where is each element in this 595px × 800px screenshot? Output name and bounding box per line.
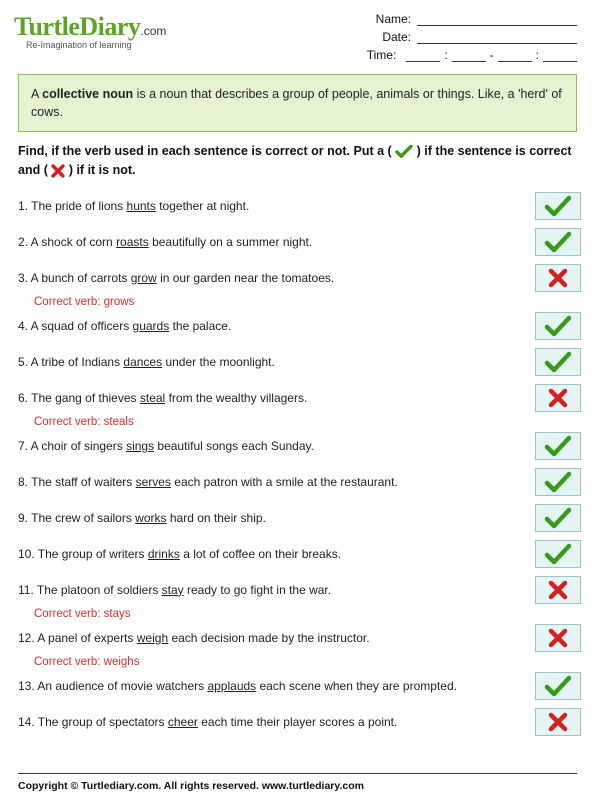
question-row: 9. The crew of sailors works hard on the… <box>18 502 581 535</box>
meta-block: Name: Date: Time: : - : <box>317 12 577 62</box>
question-row: 3. A bunch of carrots grow in our garden… <box>18 262 581 295</box>
answer-box[interactable] <box>535 468 581 496</box>
answer-box[interactable] <box>535 504 581 532</box>
check-icon <box>544 231 572 253</box>
question-text: 6. The gang of thieves steal from the we… <box>18 390 535 407</box>
question-text: 3. A bunch of carrots grow in our garden… <box>18 270 535 287</box>
check-icon <box>544 351 572 373</box>
cross-icon <box>547 579 569 601</box>
check-icon <box>395 145 413 159</box>
check-icon <box>544 315 572 337</box>
question-row: 10. The group of writers drinks a lot of… <box>18 538 581 571</box>
question-text: 10. The group of writers drinks a lot of… <box>18 546 535 563</box>
check-icon <box>544 195 572 217</box>
question-row: 14. The group of spectators cheer each t… <box>18 706 581 739</box>
question-row: 4. A squad of officers guards the palace… <box>18 310 581 343</box>
footer: Copyright © Turtlediary.com. All rights … <box>18 773 577 792</box>
question-row: 13. An audience of movie watchers applau… <box>18 670 581 703</box>
question-text: 11. The platoon of soldiers stay ready t… <box>18 582 535 599</box>
instr-p1: Find, if the verb used in each sentence … <box>18 144 392 158</box>
check-icon <box>544 543 572 565</box>
meta-time-row: Time: : - : <box>317 48 577 62</box>
logo-area: TurtleDiary.com Re-Imagination of learni… <box>14 12 214 62</box>
worksheet-header: TurtleDiary.com Re-Imagination of learni… <box>0 0 595 68</box>
question-text: 7. A choir of singers sings beautiful so… <box>18 438 535 455</box>
meta-date-row: Date: <box>317 30 577 44</box>
question-row: 2. A shock of corn roasts beautifully on… <box>18 226 581 259</box>
cross-icon <box>547 627 569 649</box>
question-text: 2. A shock of corn roasts beautifully on… <box>18 234 535 251</box>
question-row: 5. A tribe of Indians dances under the m… <box>18 346 581 379</box>
question-text: 8. The staff of waiters serves each patr… <box>18 474 535 491</box>
question-row: 7. A choir of singers sings beautiful so… <box>18 430 581 463</box>
question-text: 5. A tribe of Indians dances under the m… <box>18 354 535 371</box>
answer-box[interactable] <box>535 432 581 460</box>
rule-definition-box: A collective noun is a noun that describ… <box>18 74 577 132</box>
answer-box[interactable] <box>535 192 581 220</box>
question-list: 1. The pride of lions hunts together at … <box>18 190 581 739</box>
check-icon <box>544 471 572 493</box>
question-text: 14. The group of spectators cheer each t… <box>18 714 535 731</box>
date-label: Date: <box>382 30 411 44</box>
answer-box[interactable] <box>535 264 581 292</box>
logo-tagline: Re-Imagination of learning <box>26 40 214 50</box>
date-field[interactable] <box>417 30 577 44</box>
question-row: 11. The platoon of soldiers stay ready t… <box>18 574 581 607</box>
logo-brand: TurtleDiary <box>14 12 140 41</box>
check-icon <box>544 507 572 529</box>
meta-name-row: Name: <box>317 12 577 26</box>
answer-box[interactable] <box>535 708 581 736</box>
answer-box[interactable] <box>535 348 581 376</box>
name-label: Name: <box>376 12 411 26</box>
question-text: 1. The pride of lions hunts together at … <box>18 198 535 215</box>
answer-box[interactable] <box>535 672 581 700</box>
name-field[interactable] <box>417 12 577 26</box>
question-text: 4. A squad of officers guards the palace… <box>18 318 535 335</box>
cross-icon <box>547 711 569 733</box>
question-row: 12. A panel of experts weigh each decisi… <box>18 622 581 655</box>
check-icon <box>544 435 572 457</box>
question-text: 13. An audience of movie watchers applau… <box>18 678 535 695</box>
answer-box[interactable] <box>535 312 581 340</box>
question-text: 12. A panel of experts weigh each decisi… <box>18 630 535 647</box>
correction-text: Correct verb: grows <box>34 296 581 308</box>
answer-box[interactable] <box>535 576 581 604</box>
answer-box[interactable] <box>535 540 581 568</box>
time-field-4[interactable] <box>543 48 577 62</box>
time-label: Time: <box>367 48 397 62</box>
cross-icon <box>51 164 65 178</box>
time-field-2[interactable] <box>452 48 486 62</box>
logo: TurtleDiary.com <box>14 12 214 42</box>
answer-box[interactable] <box>535 228 581 256</box>
time-field-1[interactable] <box>406 48 440 62</box>
question-row: 8. The staff of waiters serves each patr… <box>18 466 581 499</box>
cross-icon <box>547 267 569 289</box>
time-field-3[interactable] <box>498 48 532 62</box>
question-text: 9. The crew of sailors works hard on the… <box>18 510 535 527</box>
instr-p3: ) if it is not. <box>69 163 136 177</box>
correction-text: Correct verb: steals <box>34 416 581 428</box>
correction-text: Correct verb: stays <box>34 608 581 620</box>
answer-box[interactable] <box>535 384 581 412</box>
instructions: Find, if the verb used in each sentence … <box>18 142 577 180</box>
logo-tld: .com <box>140 24 166 38</box>
rule-pre: A <box>31 87 42 101</box>
question-row: 6. The gang of thieves steal from the we… <box>18 382 581 415</box>
check-icon <box>544 675 572 697</box>
answer-box[interactable] <box>535 624 581 652</box>
rule-term: collective noun <box>42 87 133 101</box>
correction-text: Correct verb: weighs <box>34 656 581 668</box>
question-row: 1. The pride of lions hunts together at … <box>18 190 581 223</box>
cross-icon <box>547 387 569 409</box>
